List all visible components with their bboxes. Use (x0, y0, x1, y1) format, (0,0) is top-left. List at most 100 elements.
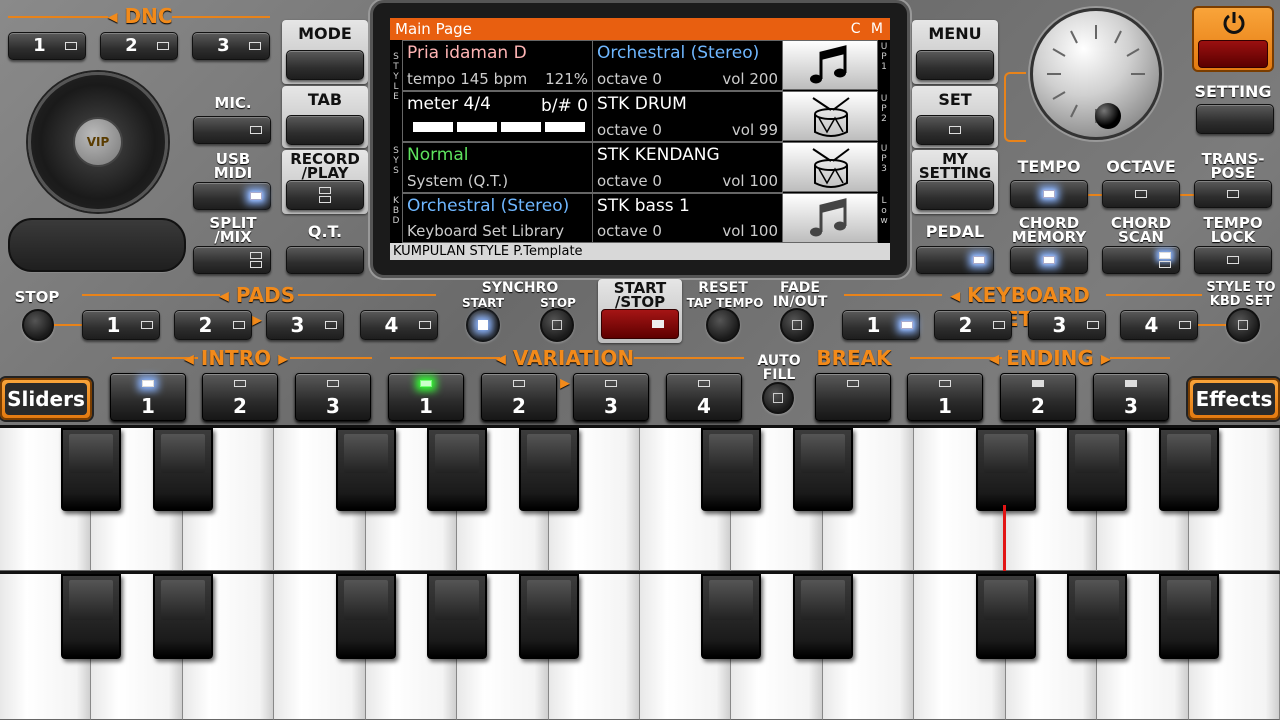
dnc-button-2[interactable]: 2 (100, 32, 178, 60)
tempo-button[interactable] (1010, 180, 1088, 208)
ending-button-2[interactable]: 2 (1000, 373, 1076, 421)
set-button[interactable] (916, 115, 994, 145)
keyboard-set-button-4[interactable]: 4 (1120, 310, 1198, 340)
octave-button[interactable] (1102, 180, 1180, 208)
split-mix-button[interactable] (193, 246, 271, 274)
keyboard-set-button-1[interactable]: 1 (842, 310, 920, 340)
power-button[interactable] (1198, 40, 1268, 68)
black-key[interactable] (1067, 428, 1128, 511)
up3-name: STK KENDANG (597, 145, 720, 165)
intro-button-1[interactable]: 1 (110, 373, 186, 421)
black-key[interactable] (518, 428, 579, 511)
my-setting-button[interactable] (916, 180, 994, 210)
up2-instrument-icon[interactable] (782, 91, 878, 141)
synchro-stop-button[interactable] (540, 308, 574, 342)
black-key[interactable] (427, 428, 488, 511)
sliders-button[interactable]: Sliders (0, 378, 92, 420)
black-key[interactable] (701, 574, 762, 659)
black-key[interactable] (975, 574, 1036, 659)
menu-button[interactable] (916, 50, 994, 80)
black-key[interactable] (792, 428, 853, 511)
mode-button[interactable] (286, 50, 364, 80)
sys-cell[interactable]: Normal System (Q.T.) (402, 142, 593, 193)
transpose-button[interactable] (1194, 180, 1272, 208)
low-instrument-icon[interactable] (782, 193, 878, 243)
start-stop-button[interactable] (601, 309, 679, 339)
setting-button[interactable] (1196, 104, 1274, 134)
black-key[interactable] (1158, 428, 1219, 511)
intro-button-3[interactable]: 3 (295, 373, 371, 421)
black-key[interactable] (152, 428, 213, 511)
up1-cell[interactable]: Orchestral (Stereo) octave 0 vol 200 (592, 40, 783, 91)
tab-label: TAB (307, 90, 343, 109)
black-key[interactable] (335, 428, 396, 511)
pads-stop-button[interactable] (22, 309, 54, 341)
usb-midi-button[interactable] (193, 182, 271, 210)
low-cell[interactable]: STK bass 1 octave 0 vol 100 (592, 193, 783, 243)
keyboard-set-button-3[interactable]: 3 (1028, 310, 1106, 340)
effects-button[interactable]: Effects (1188, 378, 1280, 420)
up3-instrument-icon[interactable] (782, 142, 878, 192)
up2-cell[interactable]: STK DRUM octave 0 vol 99 (592, 91, 783, 142)
up1-instrument-icon[interactable] (782, 40, 878, 90)
black-key[interactable] (701, 428, 762, 511)
menu-label: MENU (928, 24, 982, 43)
synchro-start-button[interactable] (466, 308, 500, 342)
pitch-bend-pad[interactable] (8, 218, 186, 272)
black-key[interactable] (152, 574, 213, 659)
fade-in-out-button[interactable] (780, 308, 814, 342)
black-key[interactable] (1067, 574, 1128, 659)
auto-fill-button[interactable] (762, 382, 794, 414)
ending-button-3[interactable]: 3 (1093, 373, 1169, 421)
jog-wheel[interactable]: VIP (28, 72, 168, 212)
black-key[interactable] (518, 574, 579, 659)
black-key[interactable] (335, 574, 396, 659)
black-key[interactable] (975, 428, 1036, 511)
dnc-button-1[interactable]: 1 (8, 32, 86, 60)
ending-button-1[interactable]: 1 (907, 373, 983, 421)
pad-button-2[interactable]: 2 (174, 310, 252, 340)
variation-button-1[interactable]: 1 (388, 373, 464, 421)
style-cell[interactable]: Pria idaman D tempo 145 bpm 121% (402, 40, 593, 91)
black-key[interactable] (61, 574, 122, 659)
pad-3-led (325, 321, 337, 329)
black-key[interactable] (427, 574, 488, 659)
up3-cell[interactable]: STK KENDANG octave 0 vol 100 (592, 142, 783, 193)
black-key[interactable] (792, 574, 853, 659)
chord-scan-button[interactable] (1102, 246, 1180, 274)
meter-cell: meter 4/4 b/# 0 (402, 91, 593, 142)
pad-button-3[interactable]: 3 (266, 310, 344, 340)
pad-button-1[interactable]: 1 (82, 310, 160, 340)
tempo-lock-button[interactable] (1194, 246, 1272, 274)
mic-button[interactable] (193, 116, 271, 144)
reset-tap-tempo-button[interactable] (706, 308, 740, 342)
mode-label: MODE (298, 24, 352, 43)
pedal-button[interactable] (916, 246, 994, 274)
low-octave: octave 0 (597, 222, 662, 240)
variation-4-led (698, 380, 710, 387)
variation-button-2[interactable]: 2 (481, 373, 557, 421)
kbd-set-2-led (993, 321, 1005, 329)
black-key[interactable] (1158, 574, 1219, 659)
keyboard-set-button-2[interactable]: 2 (934, 310, 1012, 340)
start-stop-panel: START /STOP (598, 279, 682, 343)
break-button[interactable] (815, 373, 891, 421)
screen-header: Main Page C M (390, 18, 890, 40)
style-to-kbd-set-button[interactable] (1226, 308, 1260, 342)
pad-1-led (141, 321, 153, 329)
qt-button[interactable] (286, 246, 364, 274)
intro-button-2[interactable]: 2 (202, 373, 278, 421)
right-label-up1: UP1 (880, 42, 888, 72)
variation-button-3[interactable]: 3 (573, 373, 649, 421)
tab-button[interactable] (286, 115, 364, 145)
variation-button-4[interactable]: 4 (666, 373, 742, 421)
screen-footer: KUMPULAN STYLE P.Template (390, 243, 890, 260)
kbd-cell[interactable]: Orchestral (Stereo) Keyboard Set Library (402, 193, 593, 243)
black-key[interactable] (61, 428, 122, 511)
dnc-button-3[interactable]: 3 (192, 32, 270, 60)
dnc-3-label: 3 (217, 35, 230, 56)
record-play-button[interactable] (286, 180, 364, 210)
chord-memory-button[interactable] (1010, 246, 1088, 274)
pad-button-4[interactable]: 4 (360, 310, 438, 340)
volume-knob[interactable] (1030, 8, 1162, 140)
